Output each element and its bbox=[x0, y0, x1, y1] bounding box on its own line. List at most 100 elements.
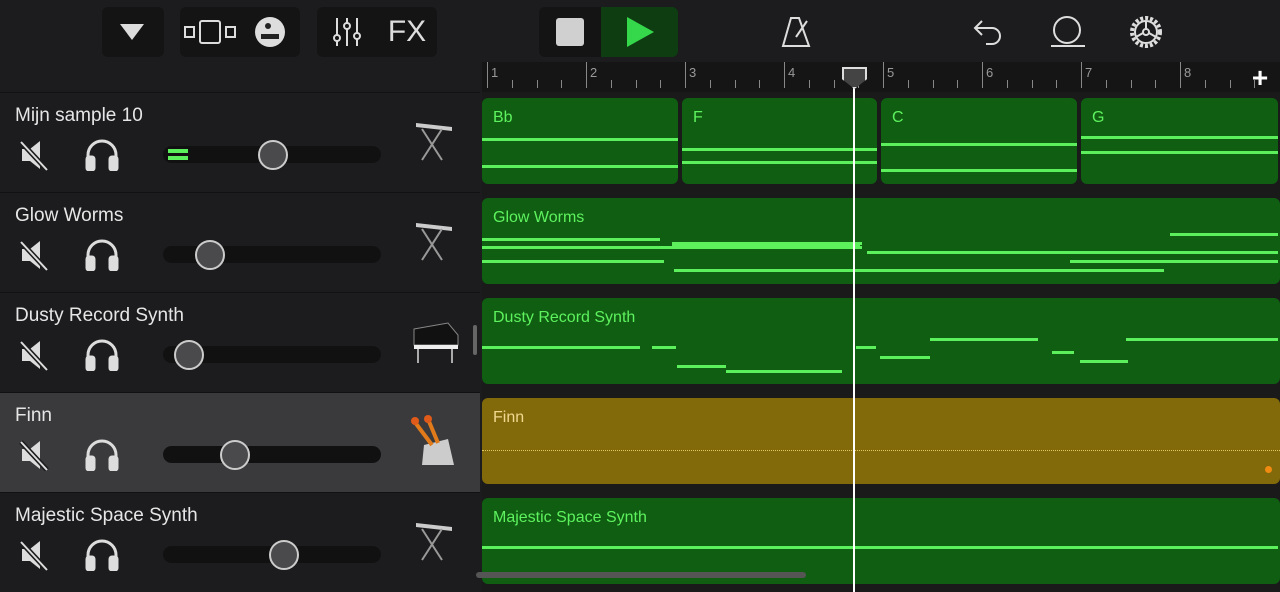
volume-slider[interactable] bbox=[163, 140, 381, 170]
midi-note bbox=[682, 161, 877, 164]
region-label: Dusty Record Synth bbox=[493, 309, 636, 326]
mute-button[interactable] bbox=[18, 239, 50, 276]
timeline-ruler[interactable]: 1 2 3 4 5 6 7 8 bbox=[482, 62, 1280, 92]
horizontal-scrollbar[interactable] bbox=[476, 572, 806, 578]
speaker-muted-icon bbox=[19, 440, 49, 472]
view-switch-icon bbox=[184, 20, 236, 44]
volume-slider[interactable] bbox=[163, 240, 381, 270]
region[interactable]: Dusty Record Synth bbox=[482, 298, 1280, 384]
mixer-button[interactable] bbox=[317, 7, 377, 57]
settings-button[interactable] bbox=[1126, 12, 1166, 52]
volume-slider[interactable] bbox=[163, 340, 381, 370]
midi-note bbox=[482, 260, 664, 263]
percussion-icon[interactable] bbox=[408, 415, 463, 470]
keyboard-icon[interactable] bbox=[408, 115, 463, 170]
tracks-menu-button[interactable] bbox=[102, 7, 164, 57]
view-switch-button[interactable] bbox=[180, 7, 240, 57]
mute-button[interactable] bbox=[18, 139, 50, 176]
beat-tick bbox=[932, 80, 934, 88]
audio-waveform bbox=[482, 450, 1280, 451]
region[interactable]: Glow Worms bbox=[482, 198, 1280, 284]
midi-note bbox=[482, 238, 660, 241]
midi-note bbox=[856, 346, 876, 349]
headphones-icon bbox=[85, 439, 119, 472]
fx-button[interactable]: FX bbox=[377, 7, 437, 57]
region[interactable]: C bbox=[881, 98, 1077, 184]
solo-button[interactable] bbox=[84, 439, 120, 476]
playhead-line bbox=[853, 68, 855, 592]
level-meter bbox=[168, 149, 188, 153]
beat-tick bbox=[759, 80, 761, 88]
keyboard-icon[interactable] bbox=[408, 215, 463, 270]
volume-knob[interactable] bbox=[195, 240, 226, 270]
region[interactable]: Finn bbox=[482, 398, 1280, 484]
bar-tick bbox=[784, 62, 785, 88]
tracks-area[interactable]: Bb F C G Glow Worms Dusty Record Synth Finn Maj… bbox=[482, 92, 1280, 592]
solo-button[interactable] bbox=[84, 239, 120, 276]
region-label: C bbox=[892, 109, 904, 126]
track-header[interactable]: Dusty Record Synth bbox=[0, 292, 480, 392]
play-button[interactable] bbox=[601, 7, 678, 57]
bar-tick bbox=[982, 62, 983, 88]
midi-note bbox=[482, 546, 1278, 549]
region-label: Majestic Space Synth bbox=[493, 509, 647, 526]
undo-button[interactable] bbox=[968, 12, 1008, 52]
speaker-muted-icon bbox=[19, 540, 49, 572]
region-label: G bbox=[1092, 109, 1105, 126]
bar-number: 6 bbox=[986, 65, 994, 80]
mute-button[interactable] bbox=[18, 439, 50, 476]
volume-knob[interactable] bbox=[220, 440, 250, 470]
loop-browser-button[interactable] bbox=[1048, 12, 1088, 52]
panel-resize-handle[interactable] bbox=[473, 325, 477, 355]
beat-tick bbox=[1204, 80, 1206, 88]
midi-note bbox=[482, 246, 862, 249]
mute-button[interactable] bbox=[18, 539, 50, 576]
beat-tick bbox=[833, 80, 835, 88]
mute-button[interactable] bbox=[18, 339, 50, 376]
metronome-button[interactable] bbox=[776, 12, 816, 52]
volume-slider[interactable] bbox=[163, 540, 381, 570]
track-header[interactable]: Glow Worms bbox=[0, 192, 480, 292]
toolbar: FX bbox=[0, 0, 1280, 62]
midi-note bbox=[881, 169, 1077, 172]
beat-tick bbox=[1056, 80, 1058, 88]
track-header[interactable]: Finn bbox=[0, 392, 480, 492]
track-header[interactable]: Majestic Space Synth bbox=[0, 492, 480, 592]
track-name: Glow Worms bbox=[15, 205, 124, 226]
add-section-button[interactable]: + bbox=[1248, 62, 1272, 93]
region[interactable]: Bb bbox=[482, 98, 678, 184]
stop-button[interactable] bbox=[539, 7, 601, 57]
keyboard-icon[interactable] bbox=[408, 515, 463, 570]
region[interactable]: F bbox=[682, 98, 877, 184]
headphones-icon bbox=[85, 339, 119, 372]
bar-tick bbox=[883, 62, 884, 88]
volume-knob[interactable] bbox=[174, 340, 205, 370]
smart-controls-button[interactable] bbox=[240, 7, 300, 57]
bar-number: 2 bbox=[590, 65, 598, 80]
midi-note bbox=[652, 346, 676, 349]
headphones-icon bbox=[85, 539, 119, 572]
volume-knob[interactable] bbox=[258, 140, 288, 170]
speaker-muted-icon bbox=[19, 140, 49, 172]
track-name: Dusty Record Synth bbox=[15, 305, 184, 326]
midi-note bbox=[1080, 360, 1128, 363]
midi-note bbox=[482, 346, 640, 349]
bar-number: 7 bbox=[1085, 65, 1093, 80]
midi-note bbox=[1170, 233, 1278, 236]
solo-button[interactable] bbox=[84, 139, 120, 176]
solo-button[interactable] bbox=[84, 339, 120, 376]
track-name: Finn bbox=[15, 405, 52, 426]
volume-knob[interactable] bbox=[269, 540, 300, 570]
track-header[interactable]: Mijn sample 10 bbox=[0, 92, 480, 192]
beat-tick bbox=[709, 80, 711, 88]
volume-slider[interactable] bbox=[163, 440, 381, 470]
solo-button[interactable] bbox=[84, 539, 120, 576]
mixer-icon bbox=[333, 18, 361, 46]
midi-note bbox=[1052, 351, 1074, 354]
drummer-icon bbox=[255, 17, 285, 47]
headphones-icon bbox=[85, 139, 119, 172]
midi-note bbox=[482, 138, 678, 141]
bar-number: 4 bbox=[788, 65, 796, 80]
region[interactable]: G bbox=[1081, 98, 1278, 184]
grand-piano-icon[interactable] bbox=[408, 315, 463, 370]
